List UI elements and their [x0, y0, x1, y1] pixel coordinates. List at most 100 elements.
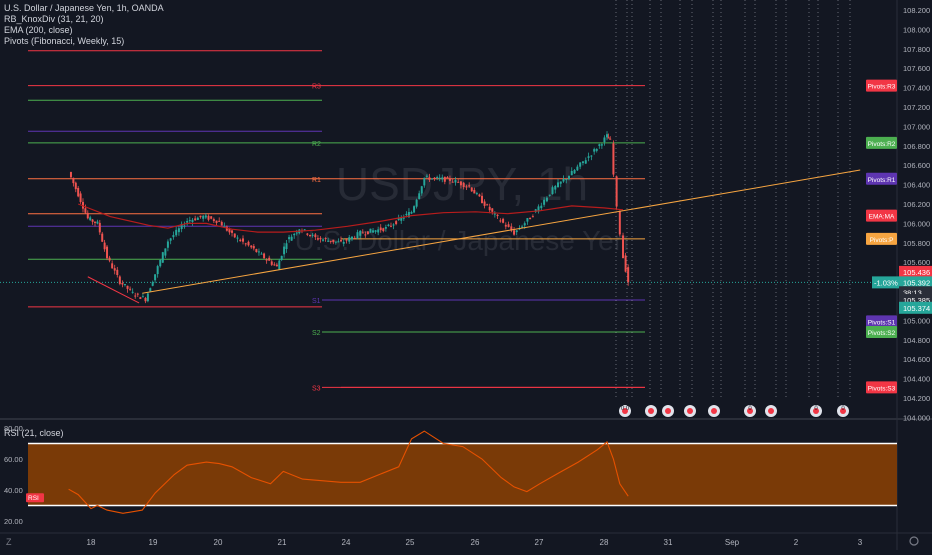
candle-up [475, 193, 478, 195]
settings-icon[interactable] [909, 536, 919, 546]
candle-down [361, 232, 364, 234]
candle-down [364, 234, 367, 236]
candle-up [359, 230, 362, 236]
candle-down [199, 215, 202, 218]
pivot-tag-label: EMA:MA [869, 214, 895, 221]
candle-down [462, 182, 465, 188]
candle-up [295, 232, 298, 234]
candle-down [210, 216, 213, 219]
candle-up [413, 206, 416, 213]
candle-up [350, 236, 353, 240]
candle-down [144, 297, 147, 302]
candle-up [204, 215, 207, 218]
candle-down [220, 221, 223, 226]
candle-down [496, 214, 499, 217]
candle-down [194, 218, 197, 221]
candle-up [191, 219, 194, 223]
pivot-level-label: R2 [312, 141, 321, 148]
legend-indicator-knoxdiv[interactable]: RB_KnoxDiv (31, 21, 20) [4, 14, 164, 25]
candle-down [345, 239, 348, 241]
candle-down [250, 245, 253, 248]
candle-up [327, 240, 330, 242]
candle-up [579, 162, 582, 167]
candle-up [322, 239, 325, 241]
candle-down [531, 216, 534, 218]
candle-up [311, 234, 314, 236]
price-tick-label: 107.400 [903, 84, 930, 93]
candle-down [231, 230, 234, 233]
candle-down [481, 195, 484, 204]
candle-down [502, 218, 505, 223]
candle-up [257, 251, 260, 253]
pivot-tag-label: Pivots:S3 [868, 385, 896, 392]
candle-down [91, 219, 94, 222]
candle-down [72, 177, 75, 184]
event-flag-icon [665, 408, 671, 414]
pivot-tag-label: Pivots:R2 [868, 141, 896, 148]
price-chart[interactable]: USDJPY, 1h U.S. Dollar / Japanese Yen R3… [0, 0, 932, 550]
candle-down [618, 210, 621, 235]
event-flag-icon [687, 408, 693, 414]
time-tick-label: 28 [600, 538, 609, 547]
candle-up [526, 218, 529, 222]
candle-up [146, 293, 149, 302]
legend-indicator-ema[interactable]: EMA (200, close) [4, 25, 164, 36]
candle-up [565, 179, 568, 181]
candle-up [493, 213, 496, 215]
candle-up [551, 187, 554, 195]
pivot-tag-label: Pivots:R1 [868, 177, 896, 184]
candle-down [491, 208, 494, 212]
candle-up [557, 182, 560, 188]
event-count: 0:0 [621, 406, 630, 412]
timezone-icon[interactable]: Z [6, 537, 12, 547]
time-tick-label: 21 [278, 538, 287, 547]
candle-down [74, 182, 77, 190]
candle-down [79, 193, 82, 203]
price-tick-label: 106.200 [903, 200, 930, 209]
candle-down [101, 233, 104, 242]
time-tick-label: 26 [471, 538, 480, 547]
price-tick-label: 108.200 [903, 6, 930, 15]
rsi-legend[interactable]: RSI (21, close) [4, 428, 64, 438]
pivot-tag-label: Pivots:R3 [868, 84, 896, 91]
candle-down [116, 269, 119, 276]
candle-down [247, 241, 250, 246]
candle-down [255, 249, 258, 253]
candle-down [457, 181, 460, 183]
candle-up [603, 137, 606, 143]
candle-up [161, 252, 164, 263]
chart-stage[interactable]: USDJPY, 1h U.S. Dollar / Japanese Yen R3… [0, 0, 932, 550]
candle-up [196, 217, 199, 221]
rsi-tick-label: 60.00 [4, 455, 23, 464]
candle-down [106, 246, 109, 259]
candle-down [329, 240, 332, 242]
candle-down [306, 233, 309, 235]
time-tick-label: 20 [214, 538, 223, 547]
legend-indicator-pivots[interactable]: Pivots (Fibonacci, Weekly, 15) [4, 36, 164, 47]
candle-up [377, 229, 380, 233]
candle-down [218, 220, 221, 222]
candle-down [389, 225, 392, 227]
candle-down [451, 181, 454, 183]
candle-up [387, 224, 390, 226]
candle-down [382, 228, 385, 232]
candle-up [441, 177, 444, 180]
candle-down [113, 268, 116, 271]
candle-up [149, 288, 152, 292]
candle-down [273, 264, 276, 266]
candle-down [446, 177, 449, 179]
symbol-title[interactable]: U.S. Dollar / Japanese Yen, 1h, OANDA [4, 3, 164, 14]
candle-down [486, 204, 489, 206]
price-tick-label: 108.000 [903, 25, 930, 34]
candle-up [288, 237, 291, 240]
candle-up [183, 225, 186, 227]
time-tick-label: 18 [87, 538, 96, 547]
price-tick-label: 106.600 [903, 161, 930, 170]
candle-down [483, 201, 486, 206]
candle-down [263, 253, 266, 259]
candle-up [285, 243, 288, 250]
watermark-name: U.S. Dollar / Japanese Yen [295, 225, 630, 256]
candle-down [98, 222, 101, 233]
candle-up [337, 241, 340, 243]
rsi-band-fill [28, 443, 897, 506]
